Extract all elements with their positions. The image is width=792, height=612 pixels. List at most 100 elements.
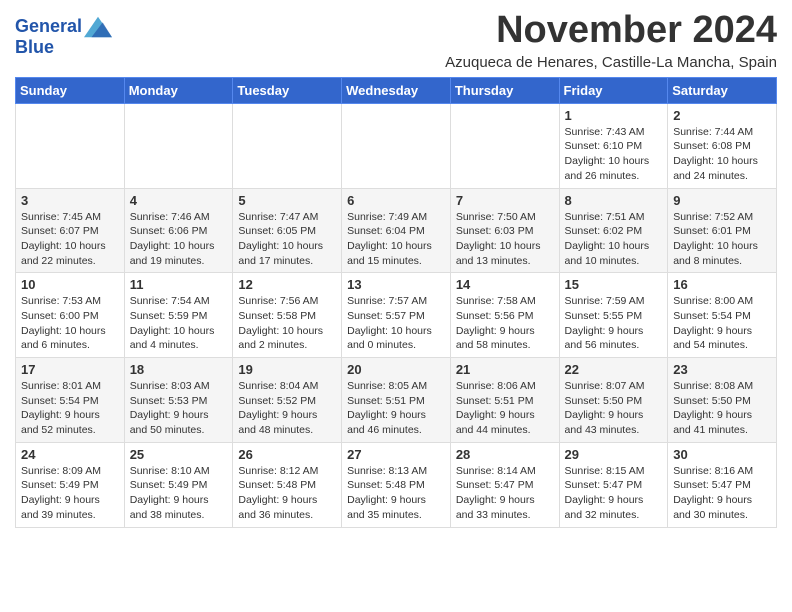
page-header: General Blue November 2024 Azuqueca de H…: [15, 10, 777, 71]
day-number: 1: [565, 108, 663, 123]
day-info: Sunrise: 8:03 AMSunset: 5:53 PMDaylight:…: [130, 379, 228, 438]
day-info: Sunrise: 7:43 AMSunset: 6:10 PMDaylight:…: [565, 125, 663, 184]
day-info: Sunrise: 8:16 AMSunset: 5:47 PMDaylight:…: [673, 464, 771, 523]
day-info: Sunrise: 7:49 AMSunset: 6:04 PMDaylight:…: [347, 210, 445, 269]
calendar-day-cell: 30 Sunrise: 8:16 AMSunset: 5:47 PMDayligh…: [668, 442, 777, 527]
calendar-day-cell: 7Sunrise: 7:50 AMSunset: 6:03 PMDaylight…: [450, 188, 559, 273]
day-number: 25: [130, 447, 228, 462]
calendar-day-cell: 13 Sunrise: 7:57 AMSunset: 5:57 PMDayligh…: [342, 273, 451, 358]
calendar-day-cell: [233, 103, 342, 188]
calendar-day-cell: 27 Sunrise: 8:13 AMSunset: 5:48 PMDayligh…: [342, 442, 451, 527]
day-info: Sunrise: 8:12 AMSunset: 5:48 PMDaylight:…: [238, 464, 336, 523]
day-number: 4: [130, 193, 228, 208]
day-number: 23: [673, 362, 771, 377]
day-info: Sunrise: 7:52 AMSunset: 6:01 PMDaylight:…: [673, 210, 771, 269]
day-info: Sunrise: 7:44 AMSunset: 6:08 PMDaylight:…: [673, 125, 771, 184]
calendar-day-cell: 24 Sunrise: 8:09 AMSunset: 5:49 PMDayligh…: [16, 442, 125, 527]
calendar-header-row: SundayMondayTuesdayWednesdayThursdayFrid…: [16, 77, 777, 103]
day-number: 20: [347, 362, 445, 377]
calendar-day-cell: 28Sunrise: 8:14 AMSunset: 5:47 PMDayligh…: [450, 442, 559, 527]
weekday-header-sunday: Sunday: [16, 77, 125, 103]
calendar-day-cell: 6 Sunrise: 7:49 AMSunset: 6:04 PMDaylight…: [342, 188, 451, 273]
calendar-day-cell: [16, 103, 125, 188]
logo: General Blue: [15, 16, 112, 58]
location-subtitle: Azuqueca de Henares, Castille-La Mancha,…: [445, 54, 777, 71]
calendar-day-cell: 14Sunrise: 7:58 AMSunset: 5:56 PMDayligh…: [450, 273, 559, 358]
day-number: 7: [456, 193, 554, 208]
calendar-day-cell: [450, 103, 559, 188]
calendar-week-row: 10Sunrise: 7:53 AMSunset: 6:00 PMDayligh…: [16, 273, 777, 358]
calendar-week-row: 17Sunrise: 8:01 AMSunset: 5:54 PMDayligh…: [16, 358, 777, 443]
calendar-day-cell: 8Sunrise: 7:51 AMSunset: 6:02 PMDaylight…: [559, 188, 668, 273]
day-info: Sunrise: 7:45 AMSunset: 6:07 PMDaylight:…: [21, 210, 119, 269]
day-info: Sunrise: 8:14 AMSunset: 5:47 PMDaylight:…: [456, 464, 554, 523]
calendar-day-cell: 10Sunrise: 7:53 AMSunset: 6:00 PMDayligh…: [16, 273, 125, 358]
day-info: Sunrise: 8:13 AMSunset: 5:48 PMDaylight:…: [347, 464, 445, 523]
day-number: 21: [456, 362, 554, 377]
day-info: Sunrise: 8:08 AMSunset: 5:50 PMDaylight:…: [673, 379, 771, 438]
day-number: 9: [673, 193, 771, 208]
day-number: 3: [21, 193, 119, 208]
weekday-header-tuesday: Tuesday: [233, 77, 342, 103]
day-info: Sunrise: 8:01 AMSunset: 5:54 PMDaylight:…: [21, 379, 119, 438]
logo-text: General: [15, 17, 82, 37]
day-number: 26: [238, 447, 336, 462]
day-number: 29: [565, 447, 663, 462]
calendar-day-cell: 21Sunrise: 8:06 AMSunset: 5:51 PMDayligh…: [450, 358, 559, 443]
calendar-week-row: 24 Sunrise: 8:09 AMSunset: 5:49 PMDayligh…: [16, 442, 777, 527]
calendar-day-cell: 5 Sunrise: 7:47 AMSunset: 6:05 PMDaylight…: [233, 188, 342, 273]
day-info: Sunrise: 8:15 AMSunset: 5:47 PMDaylight:…: [565, 464, 663, 523]
calendar-day-cell: 11 Sunrise: 7:54 AMSunset: 5:59 PMDayligh…: [124, 273, 233, 358]
calendar-day-cell: 4 Sunrise: 7:46 AMSunset: 6:06 PMDaylight…: [124, 188, 233, 273]
day-info: Sunrise: 7:54 AMSunset: 5:59 PMDaylight:…: [130, 294, 228, 353]
day-number: 27: [347, 447, 445, 462]
calendar-day-cell: 18Sunrise: 8:03 AMSunset: 5:53 PMDayligh…: [124, 358, 233, 443]
day-info: Sunrise: 7:57 AMSunset: 5:57 PMDaylight:…: [347, 294, 445, 353]
calendar-week-row: 1 Sunrise: 7:43 AMSunset: 6:10 PMDaylight…: [16, 103, 777, 188]
calendar-day-cell: 20 Sunrise: 8:05 AMSunset: 5:51 PMDayligh…: [342, 358, 451, 443]
logo-icon: [84, 16, 112, 38]
calendar-table: SundayMondayTuesdayWednesdayThursdayFrid…: [15, 77, 777, 528]
day-info: Sunrise: 7:58 AMSunset: 5:56 PMDaylight:…: [456, 294, 554, 353]
day-number: 19: [238, 362, 336, 377]
calendar-day-cell: 2Sunrise: 7:44 AMSunset: 6:08 PMDaylight…: [668, 103, 777, 188]
calendar-day-cell: 26 Sunrise: 8:12 AMSunset: 5:48 PMDayligh…: [233, 442, 342, 527]
day-number: 12: [238, 277, 336, 292]
weekday-header-friday: Friday: [559, 77, 668, 103]
day-number: 11: [130, 277, 228, 292]
logo-blue: Blue: [15, 38, 112, 58]
day-info: Sunrise: 7:56 AMSunset: 5:58 PMDaylight:…: [238, 294, 336, 353]
day-info: Sunrise: 8:00 AMSunset: 5:54 PMDaylight:…: [673, 294, 771, 353]
day-info: Sunrise: 8:05 AMSunset: 5:51 PMDaylight:…: [347, 379, 445, 438]
day-info: Sunrise: 7:51 AMSunset: 6:02 PMDaylight:…: [565, 210, 663, 269]
weekday-header-wednesday: Wednesday: [342, 77, 451, 103]
day-number: 15: [565, 277, 663, 292]
day-number: 5: [238, 193, 336, 208]
day-info: Sunrise: 8:09 AMSunset: 5:49 PMDaylight:…: [21, 464, 119, 523]
day-number: 13: [347, 277, 445, 292]
calendar-day-cell: 3 Sunrise: 7:45 AMSunset: 6:07 PMDaylight…: [16, 188, 125, 273]
day-number: 24: [21, 447, 119, 462]
day-info: Sunrise: 8:04 AMSunset: 5:52 PMDaylight:…: [238, 379, 336, 438]
calendar-day-cell: 19 Sunrise: 8:04 AMSunset: 5:52 PMDayligh…: [233, 358, 342, 443]
calendar-day-cell: 23 Sunrise: 8:08 AMSunset: 5:50 PMDayligh…: [668, 358, 777, 443]
calendar-day-cell: 9 Sunrise: 7:52 AMSunset: 6:01 PMDaylight…: [668, 188, 777, 273]
calendar-day-cell: 29 Sunrise: 8:15 AMSunset: 5:47 PMDayligh…: [559, 442, 668, 527]
calendar-day-cell: 16 Sunrise: 8:00 AMSunset: 5:54 PMDayligh…: [668, 273, 777, 358]
calendar-day-cell: [124, 103, 233, 188]
day-number: 22: [565, 362, 663, 377]
calendar-day-cell: 1 Sunrise: 7:43 AMSunset: 6:10 PMDaylight…: [559, 103, 668, 188]
calendar-day-cell: 22 Sunrise: 8:07 AMSunset: 5:50 PMDayligh…: [559, 358, 668, 443]
day-number: 6: [347, 193, 445, 208]
weekday-header-monday: Monday: [124, 77, 233, 103]
day-info: Sunrise: 8:10 AMSunset: 5:49 PMDaylight:…: [130, 464, 228, 523]
calendar-day-cell: 12 Sunrise: 7:56 AMSunset: 5:58 PMDayligh…: [233, 273, 342, 358]
day-number: 30: [673, 447, 771, 462]
day-number: 10: [21, 277, 119, 292]
calendar-day-cell: 15Sunrise: 7:59 AMSunset: 5:55 PMDayligh…: [559, 273, 668, 358]
day-info: Sunrise: 7:47 AMSunset: 6:05 PMDaylight:…: [238, 210, 336, 269]
day-info: Sunrise: 7:46 AMSunset: 6:06 PMDaylight:…: [130, 210, 228, 269]
calendar-day-cell: 25 Sunrise: 8:10 AMSunset: 5:49 PMDayligh…: [124, 442, 233, 527]
day-info: Sunrise: 8:07 AMSunset: 5:50 PMDaylight:…: [565, 379, 663, 438]
day-number: 16: [673, 277, 771, 292]
